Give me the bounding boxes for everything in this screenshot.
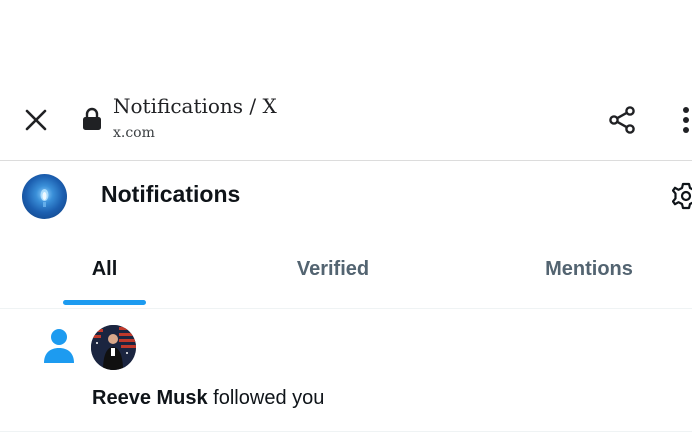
settings-button[interactable] bbox=[671, 181, 692, 211]
notification-tabs: All Verified Mentions bbox=[0, 231, 692, 309]
lock-icon bbox=[83, 107, 101, 130]
page-url: x.com bbox=[113, 125, 155, 141]
more-vertical-icon bbox=[683, 107, 689, 133]
follower-avatar[interactable] bbox=[91, 325, 136, 370]
header-title: Notifications bbox=[101, 181, 241, 207]
tab-all[interactable]: All bbox=[0, 231, 209, 308]
share-button[interactable] bbox=[602, 100, 642, 140]
notification-item[interactable]: Reeve Musk followed you bbox=[0, 309, 692, 432]
page-title: Notifications / X bbox=[113, 94, 277, 118]
close-icon bbox=[25, 109, 47, 131]
tab-label: Verified bbox=[296, 258, 370, 280]
person-icon bbox=[44, 329, 74, 363]
tab-label: Mentions bbox=[545, 258, 633, 280]
follower-avatar-image bbox=[91, 325, 136, 370]
more-options-button[interactable] bbox=[676, 100, 692, 140]
share-icon bbox=[609, 106, 635, 134]
tab-verified[interactable]: Verified bbox=[209, 231, 457, 308]
notification-text: Reeve Musk followed you bbox=[92, 387, 324, 410]
notification-action: followed you bbox=[207, 387, 325, 409]
follower-name[interactable]: Reeve Musk bbox=[92, 387, 208, 409]
tab-mentions[interactable]: Mentions bbox=[457, 231, 692, 308]
gear-icon bbox=[671, 182, 692, 210]
active-tab-indicator bbox=[63, 300, 146, 305]
notifications-header: Notifications bbox=[0, 161, 692, 231]
close-button[interactable] bbox=[16, 100, 56, 140]
page: Notifications / X x.com Notifications Al… bbox=[0, 0, 692, 434]
avatar[interactable] bbox=[22, 174, 67, 219]
avatar-image bbox=[40, 189, 49, 207]
browser-toolbar: Notifications / X x.com bbox=[0, 80, 692, 161]
tab-label: All bbox=[91, 258, 118, 280]
